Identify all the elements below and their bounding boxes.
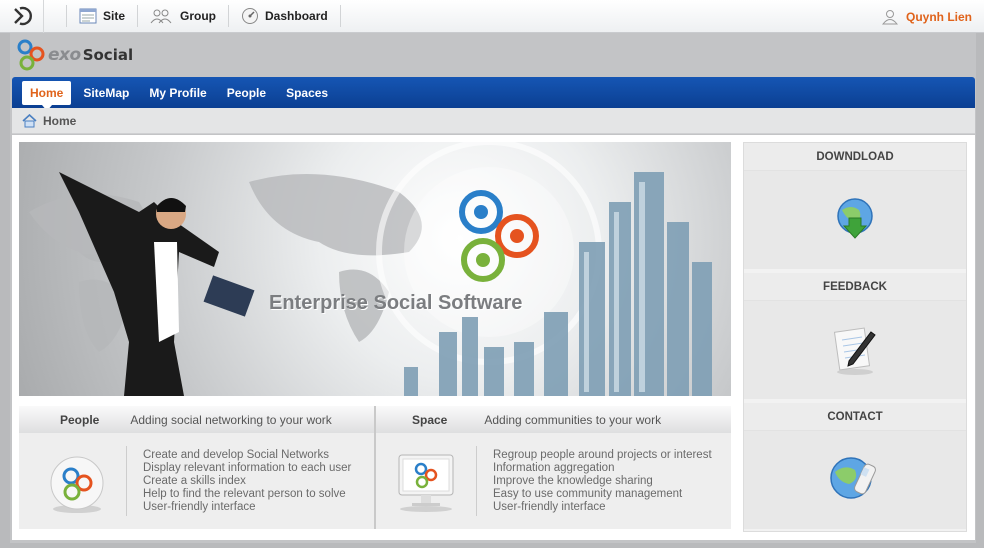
nav-people[interactable]: People bbox=[219, 81, 274, 105]
banner-title: Enterprise Social Software bbox=[269, 292, 523, 314]
space-feature-list: Regroup people around projects or intere… bbox=[493, 449, 712, 514]
exo-logo-icon bbox=[17, 39, 45, 71]
user-name: Quynh Lien bbox=[906, 9, 972, 24]
people-feature-list: Create and develop Social Networks Displ… bbox=[143, 449, 351, 514]
group-label: Group bbox=[180, 9, 217, 23]
list-item: Create a skills index bbox=[143, 475, 246, 487]
portal-frame: exo Social Home SiteMap My Profile Peopl… bbox=[10, 33, 976, 543]
user-icon bbox=[882, 9, 898, 24]
breadcrumb: Home bbox=[12, 108, 975, 134]
feedback-heading: FEEDBACK bbox=[744, 273, 966, 301]
space-section-title: Space bbox=[412, 412, 448, 427]
dashboard-label: Dashboard bbox=[265, 9, 328, 23]
list-item: Help to find the relevant person to solv… bbox=[143, 488, 346, 500]
list-item: Information aggregation bbox=[493, 462, 615, 474]
sidebar: DOWNDLOAD FEEDBACK CONTACT bbox=[743, 142, 967, 532]
exo-start-icon bbox=[13, 6, 32, 26]
toolbar-divider bbox=[66, 5, 67, 27]
toolbar-divider bbox=[228, 5, 230, 27]
user-menu[interactable]: Quynh Lien bbox=[882, 0, 972, 33]
people-section-header: People Adding social networking to your … bbox=[19, 406, 374, 433]
brand-exo-text: exo bbox=[48, 45, 81, 65]
feedback-notepad-icon bbox=[833, 327, 876, 375]
list-item: Regroup people around projects or intere… bbox=[493, 449, 712, 461]
nav-sitemap[interactable]: SiteMap bbox=[75, 81, 137, 105]
nav-home[interactable]: Home bbox=[22, 80, 72, 111]
site-menu[interactable]: Site bbox=[75, 0, 129, 33]
nav-spaces[interactable]: Spaces bbox=[278, 81, 336, 105]
contact-phone-globe-icon bbox=[830, 457, 876, 499]
dashboard-icon bbox=[242, 8, 259, 24]
contact-heading: CONTACT bbox=[744, 403, 966, 431]
download-button[interactable] bbox=[744, 171, 966, 269]
feedback-block: FEEDBACK bbox=[744, 273, 966, 399]
list-item: Create and develop Social Networks bbox=[143, 449, 330, 461]
list-item: User-friendly interface bbox=[143, 501, 256, 513]
main-navigation: Home SiteMap My Profile People Spaces bbox=[12, 77, 975, 111]
top-toolbar: Site Group Dashboard Quynh Lien bbox=[0, 0, 984, 33]
download-heading: DOWNDLOAD bbox=[744, 143, 966, 171]
people-divider bbox=[126, 446, 127, 516]
toolbar-divider bbox=[137, 5, 139, 27]
exo-start-button[interactable] bbox=[0, 0, 44, 33]
space-section: Space Adding communities to your work Re… bbox=[374, 406, 731, 529]
page-content: Enterprise Social Software People Adding… bbox=[12, 135, 975, 540]
site-label: Site bbox=[103, 9, 126, 23]
list-item: User-friendly interface bbox=[493, 501, 606, 513]
people-icon bbox=[50, 456, 104, 513]
contact-button[interactable] bbox=[744, 431, 966, 529]
people-section: People Adding social networking to your … bbox=[19, 406, 374, 529]
download-globe-icon bbox=[837, 198, 873, 239]
nav-my-profile[interactable]: My Profile bbox=[141, 81, 214, 105]
toolbar-divider bbox=[339, 5, 341, 27]
brand-social-text: Social bbox=[82, 46, 134, 64]
people-section-title: People bbox=[60, 412, 100, 427]
exo-social-logo[interactable]: exo Social bbox=[16, 38, 133, 72]
home-icon[interactable] bbox=[22, 113, 37, 128]
space-divider bbox=[476, 446, 477, 516]
list-item: Easy to use community management bbox=[493, 488, 683, 500]
site-icon bbox=[79, 8, 97, 24]
download-block: DOWNDLOAD bbox=[744, 143, 966, 269]
contact-block: CONTACT bbox=[744, 403, 966, 529]
monitor-icon bbox=[398, 454, 454, 512]
feedback-button[interactable] bbox=[744, 301, 966, 399]
list-item: Improve the knowledge sharing bbox=[493, 475, 653, 487]
group-icon bbox=[150, 9, 172, 24]
group-menu[interactable]: Group bbox=[146, 0, 220, 33]
people-section-subtitle: Adding social networking to your work bbox=[130, 412, 332, 427]
dashboard-menu[interactable]: Dashboard bbox=[237, 0, 332, 33]
space-section-header: Space Adding communities to your work bbox=[376, 406, 731, 433]
hero-banner: Enterprise Social Software bbox=[19, 142, 731, 396]
list-item: Display relevant information to each use… bbox=[143, 462, 352, 474]
breadcrumb-current[interactable]: Home bbox=[43, 114, 76, 128]
space-section-subtitle: Adding communities to your work bbox=[484, 412, 662, 427]
banner-artwork bbox=[29, 142, 712, 396]
